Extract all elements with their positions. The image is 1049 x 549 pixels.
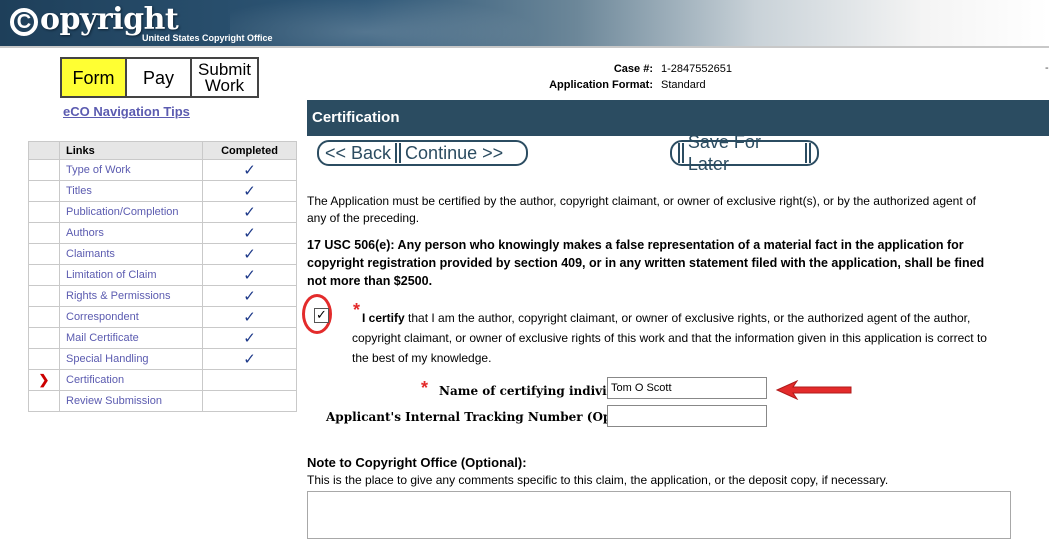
section-title: Certification: [307, 100, 1049, 136]
link-limitation-of-claim[interactable]: Limitation of Claim: [59, 264, 203, 286]
intro-text: The Application must be certified by the…: [307, 194, 977, 225]
checkmark-icon: ✓: [202, 159, 297, 181]
application-format-value: Standard: [661, 79, 706, 91]
step-tabs: Form Pay Submit Work: [60, 57, 259, 98]
row-indicator: [28, 327, 60, 349]
row-indicator: [28, 264, 60, 286]
row-indicator: [28, 201, 60, 223]
link-review-submission[interactable]: Review Submission: [59, 390, 203, 412]
header-banner: C opyright United States Copyright Offic…: [0, 0, 1049, 48]
logo-title: opyright: [40, 2, 179, 37]
header-blank: [28, 141, 60, 160]
certifying-name-input[interactable]: [607, 377, 767, 399]
table-row: Review Submission: [28, 390, 297, 412]
table-row: Titles ✓: [28, 180, 297, 202]
note-description: This is the place to give any comments s…: [307, 473, 889, 487]
link-certification[interactable]: Certification: [59, 369, 203, 391]
checkmark-icon: ✓: [202, 243, 297, 265]
link-titles[interactable]: Titles: [59, 180, 203, 202]
link-special-handling[interactable]: Special Handling: [59, 348, 203, 370]
certify-checkbox[interactable]: ✓: [314, 308, 329, 323]
continue-button[interactable]: Continue >>: [405, 142, 503, 164]
law-notice: 17 USC 506(e): Any person who knowingly …: [307, 238, 985, 288]
checkmark-icon: ✓: [202, 306, 297, 328]
links-table-header: Links Completed: [28, 141, 297, 160]
certify-text: that I am the author, copyright claimant…: [352, 311, 987, 365]
table-row: Publication/Completion ✓: [28, 201, 297, 223]
table-row: Authors ✓: [28, 222, 297, 244]
tab-pay[interactable]: Pay: [127, 59, 192, 96]
tab-submit-work[interactable]: Submit Work: [192, 59, 257, 96]
annotation-arrow-icon: [775, 380, 852, 400]
table-row: ❯ Certification: [28, 369, 297, 391]
link-rights-permissions[interactable]: Rights & Permissions: [59, 285, 203, 307]
table-row: Special Handling ✓: [28, 348, 297, 370]
link-mail-certificate[interactable]: Mail Certificate: [59, 327, 203, 349]
links-table: Links Completed Type of Work ✓ Titles ✓ Publ…: [28, 141, 297, 412]
save-for-later-button[interactable]: Save For Later: [670, 132, 819, 174]
completed-cell: [202, 369, 297, 391]
case-number-label: Case #:: [613, 63, 653, 75]
back-button[interactable]: << Back: [325, 142, 391, 164]
completed-cell: [202, 390, 297, 412]
table-row: Limitation of Claim ✓: [28, 264, 297, 286]
row-indicator: [28, 243, 60, 265]
nav-tips-link[interactable]: eCO Navigation Tips: [63, 104, 190, 119]
edge-mark: -: [1045, 62, 1049, 74]
checkmark-icon: ✓: [202, 285, 297, 307]
header-links: Links: [59, 141, 203, 160]
certify-statement: I certify that I am the author, copyrigh…: [352, 308, 992, 368]
copyright-logo-icon: C: [10, 8, 38, 36]
row-indicator: [28, 285, 60, 307]
banner-decoration: [230, 0, 570, 46]
button-separator: [805, 143, 812, 163]
note-textarea[interactable]: [307, 491, 1011, 539]
back-continue-button-group: << Back Continue >>: [317, 140, 528, 166]
checkmark-icon: ✓: [202, 180, 297, 202]
link-correspondent[interactable]: Correspondent: [59, 306, 203, 328]
row-indicator: [28, 222, 60, 244]
row-indicator: [28, 390, 60, 412]
checkmark-icon: ✓: [202, 327, 297, 349]
table-row: Mail Certificate ✓: [28, 327, 297, 349]
save-for-later-label: Save For Later: [687, 132, 761, 174]
link-type-of-work[interactable]: Type of Work: [59, 159, 203, 181]
tracking-number-input[interactable]: [607, 405, 767, 427]
row-indicator: [28, 348, 60, 370]
button-separator: [678, 143, 684, 163]
table-row: Type of Work ✓: [28, 159, 297, 181]
tab-submit-line2: Work: [204, 75, 245, 95]
tab-submit-work-label: Submit Work: [198, 61, 251, 95]
button-separator: [395, 143, 402, 163]
checkmark-icon: ✓: [202, 201, 297, 223]
link-publication-completion[interactable]: Publication/Completion: [59, 201, 203, 223]
table-row: Rights & Permissions ✓: [28, 285, 297, 307]
certify-bold: I certify: [362, 311, 405, 325]
header-completed: Completed: [202, 141, 297, 160]
checkmark-icon: ✓: [202, 348, 297, 370]
current-step-icon: ❯: [28, 369, 60, 391]
link-authors[interactable]: Authors: [59, 222, 203, 244]
row-indicator: [28, 159, 60, 181]
logo-subtitle: United States Copyright Office: [142, 33, 273, 43]
link-claimants[interactable]: Claimants: [59, 243, 203, 265]
checkmark-icon: ✓: [202, 222, 297, 244]
case-number-value: 1-2847552651: [661, 63, 732, 75]
tab-form[interactable]: Form: [62, 59, 127, 96]
note-title: Note to Copyright Office (Optional):: [307, 455, 527, 470]
application-format-label: Application Format:: [549, 79, 653, 91]
checkmark-icon: ✓: [202, 264, 297, 286]
case-info: Case #: 1-2847552651 Application Format:…: [500, 63, 732, 95]
table-row: Claimants ✓: [28, 243, 297, 265]
row-indicator: [28, 306, 60, 328]
required-star: *: [421, 378, 429, 398]
table-row: Correspondent ✓: [28, 306, 297, 328]
row-indicator: [28, 180, 60, 202]
